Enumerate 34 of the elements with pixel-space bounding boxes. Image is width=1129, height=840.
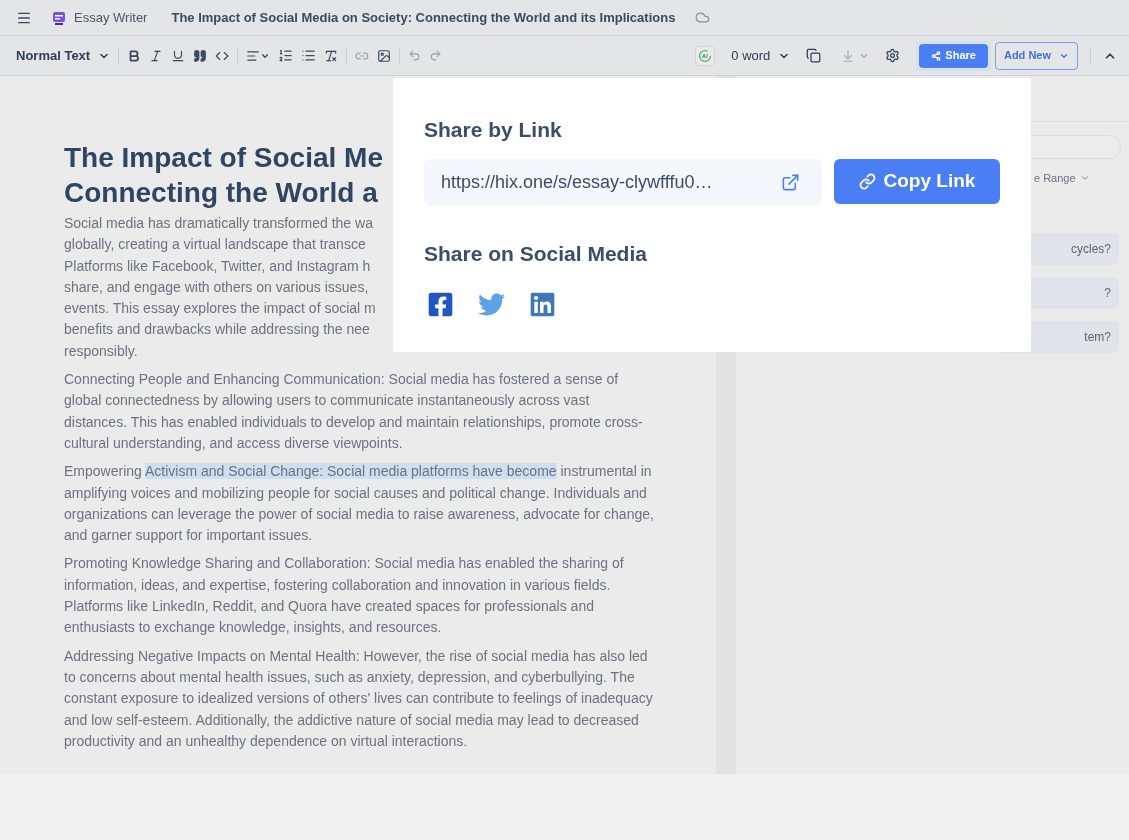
document-icon — [52, 10, 66, 25]
word-count-dropdown[interactable]: 0 word — [731, 45, 791, 66]
share-icon — [931, 50, 942, 61]
external-link-icon[interactable] — [780, 172, 800, 192]
paragraph-line: responsibly. — [64, 341, 138, 361]
paragraph-line: events. This essay explores the impact of social m — [64, 299, 376, 319]
paragraph: Connecting People and Enhancing Communication: Social media has fostered a sense of global connectedness by allowing users to communicate instantaneously across vast distances. This has enabled individuals to develop and maintain relationships, promote cross-cultural understanding, and access diverse viewpoints. — [64, 370, 644, 453]
document-title: The Impact of Social Media on Society: Connecting the World and its Implications — [171, 8, 676, 27]
paragraph: Promoting Knowledge Sharing and Collaboration: Social media has enabled the sharing of information, ideas, and expertise, fostering collaboration and innovation in various fields. Platforms like LinkedIn, Reddit, and Quora have created spaces for professionals and enthusiasts to exchange knowledge, insights, and resources. — [64, 554, 625, 638]
linkedin-icon[interactable] — [529, 291, 556, 318]
share-button[interactable]: Share — [919, 43, 988, 68]
paragraph-line: share, and engage with others on various issues, — [64, 277, 369, 297]
paragraph: Addressing Negative Impacts on Mental Health: However, the rise of social media has also led to concerns about mental health issues, such as anxiety, depression, and cyberbullying. The constant exposure to idealized versions of others' lives can contribute to feelings of inadequacy and low self-esteem. Additionally, the addictive nature of social media may lead to decreased productivity and an unhealthy dependence on virtual interactions. — [64, 646, 654, 751]
twitter-icon[interactable] — [478, 291, 505, 318]
paragraph-line: Platforms like Facebook, Twitter, and Instagram h — [64, 256, 371, 276]
essay-title: The Impact of Social Me — [64, 141, 383, 175]
copy-link-button[interactable]: Copy Link — [833, 158, 1000, 204]
popover-heading: Share by Link — [424, 117, 562, 143]
settings-icon[interactable] — [885, 48, 901, 63]
copy-icon[interactable] — [806, 48, 822, 63]
app-name: Essay Writer — [74, 8, 148, 27]
link-icon — [858, 172, 876, 190]
text-style-dropdown[interactable]: Normal Text — [16, 45, 111, 66]
paragraph-line: benefits and drawbacks while addressing the nee — [64, 320, 370, 340]
link-field[interactable]: https://hix.one/s/essay-clywfffu0… — [424, 158, 822, 206]
popover-heading: Share on Social Media — [424, 240, 647, 267]
essay-title: Connecting the World a — [64, 176, 378, 210]
cloud-icon — [695, 10, 711, 25]
range-dropdown[interactable]: e Range — [1034, 170, 1090, 187]
facebook-icon[interactable] — [427, 291, 454, 318]
paragraph-line: globally, creating a virtual landscape that transce — [64, 235, 366, 255]
add-new-button[interactable]: Add New — [994, 41, 1078, 70]
paragraph: Empowering Activism and Social Change: Social media platforms have become instrumental in amplifying voices and mobilizing people for social causes and political change. Individuals and organizations can leverage the power of social media to raise awareness, advocate for change, and garner support for important issues. — [64, 462, 655, 546]
paragraph-line: Social media has dramatically transformed the wa — [64, 214, 373, 233]
